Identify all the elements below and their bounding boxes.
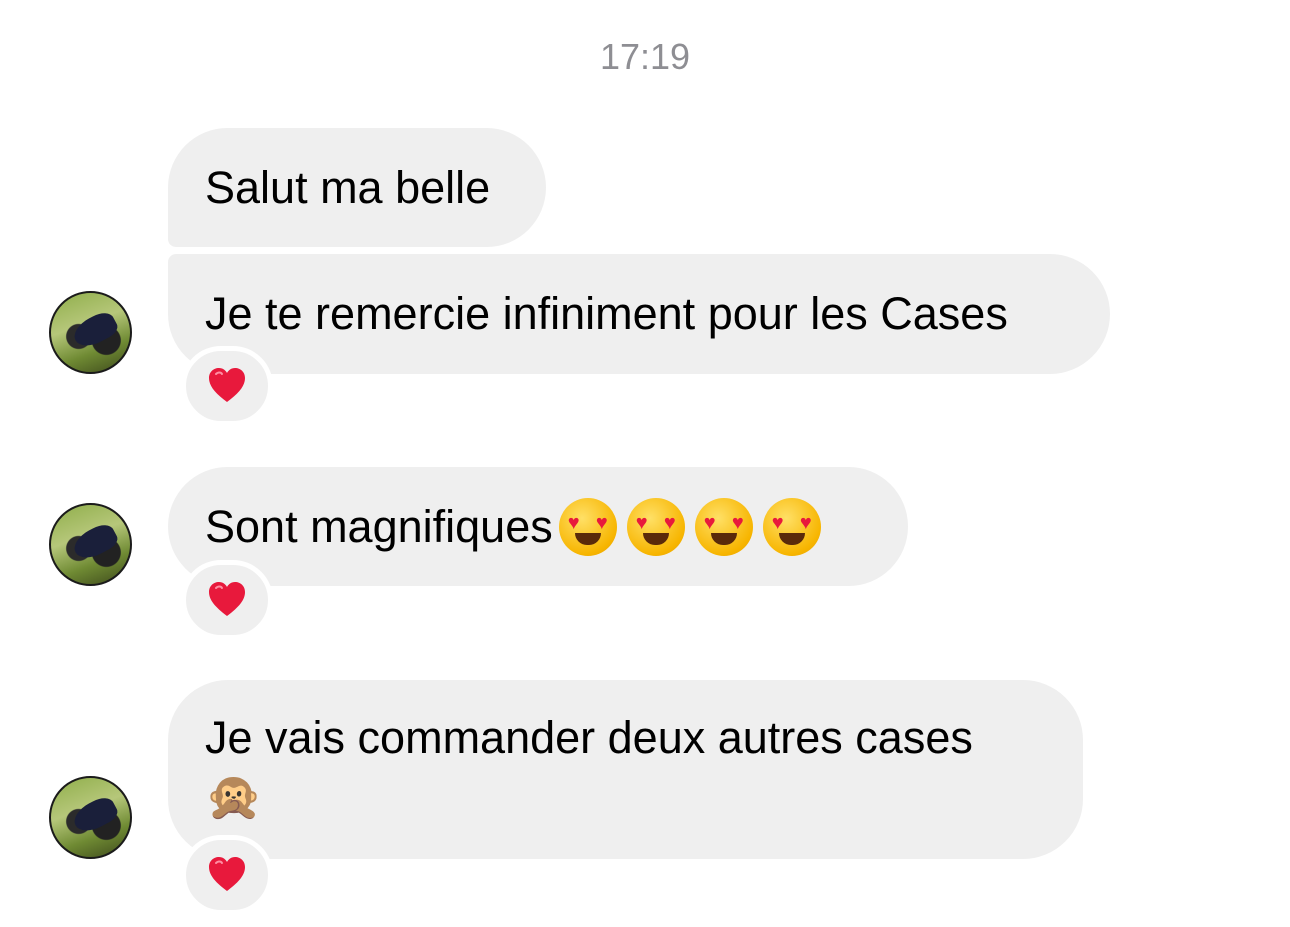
heart-icon <box>207 366 247 406</box>
heart-icon <box>207 855 247 895</box>
heart-eyes-emoji-icon: ♥ ♥ <box>762 497 821 556</box>
message-text: Sont magnifiques <box>205 500 553 552</box>
avatar[interactable] <box>49 503 132 586</box>
message-bubble[interactable]: Salut ma belle <box>168 128 546 247</box>
avatar[interactable] <box>49 291 132 374</box>
timestamp: 17:19 <box>599 36 691 77</box>
message-text: Salut ma belle <box>205 161 491 213</box>
message-bubble[interactable]: Je vais commander deux autres cases 🙊 <box>168 680 1083 859</box>
reaction-badge[interactable] <box>181 560 273 640</box>
message-bubble[interactable]: Sont magnifiques ♥ ♥ ♥ ♥ ♥ ♥ ♥ ♥ <box>168 467 908 586</box>
reaction-badge[interactable] <box>181 346 273 426</box>
heart-eyes-emoji-icon: ♥ ♥ <box>558 497 617 556</box>
message-text: Je vais commander deux autres cases <box>205 712 973 763</box>
emoji-group: ♥ ♥ ♥ ♥ ♥ ♥ ♥ ♥ <box>558 497 821 556</box>
heart-eyes-emoji-icon: ♥ ♥ <box>694 497 753 556</box>
message-text: Je te remercie infiniment pour les Cases <box>205 288 1008 339</box>
reaction-badge[interactable] <box>181 835 273 915</box>
heart-eyes-emoji-icon: ♥ ♥ <box>626 497 685 556</box>
avatar[interactable] <box>49 776 132 859</box>
heart-icon <box>207 580 247 620</box>
speak-no-evil-monkey-icon: 🙊 <box>205 770 263 822</box>
message-bubble[interactable]: Je te remercie infiniment pour les Cases <box>168 254 1110 374</box>
